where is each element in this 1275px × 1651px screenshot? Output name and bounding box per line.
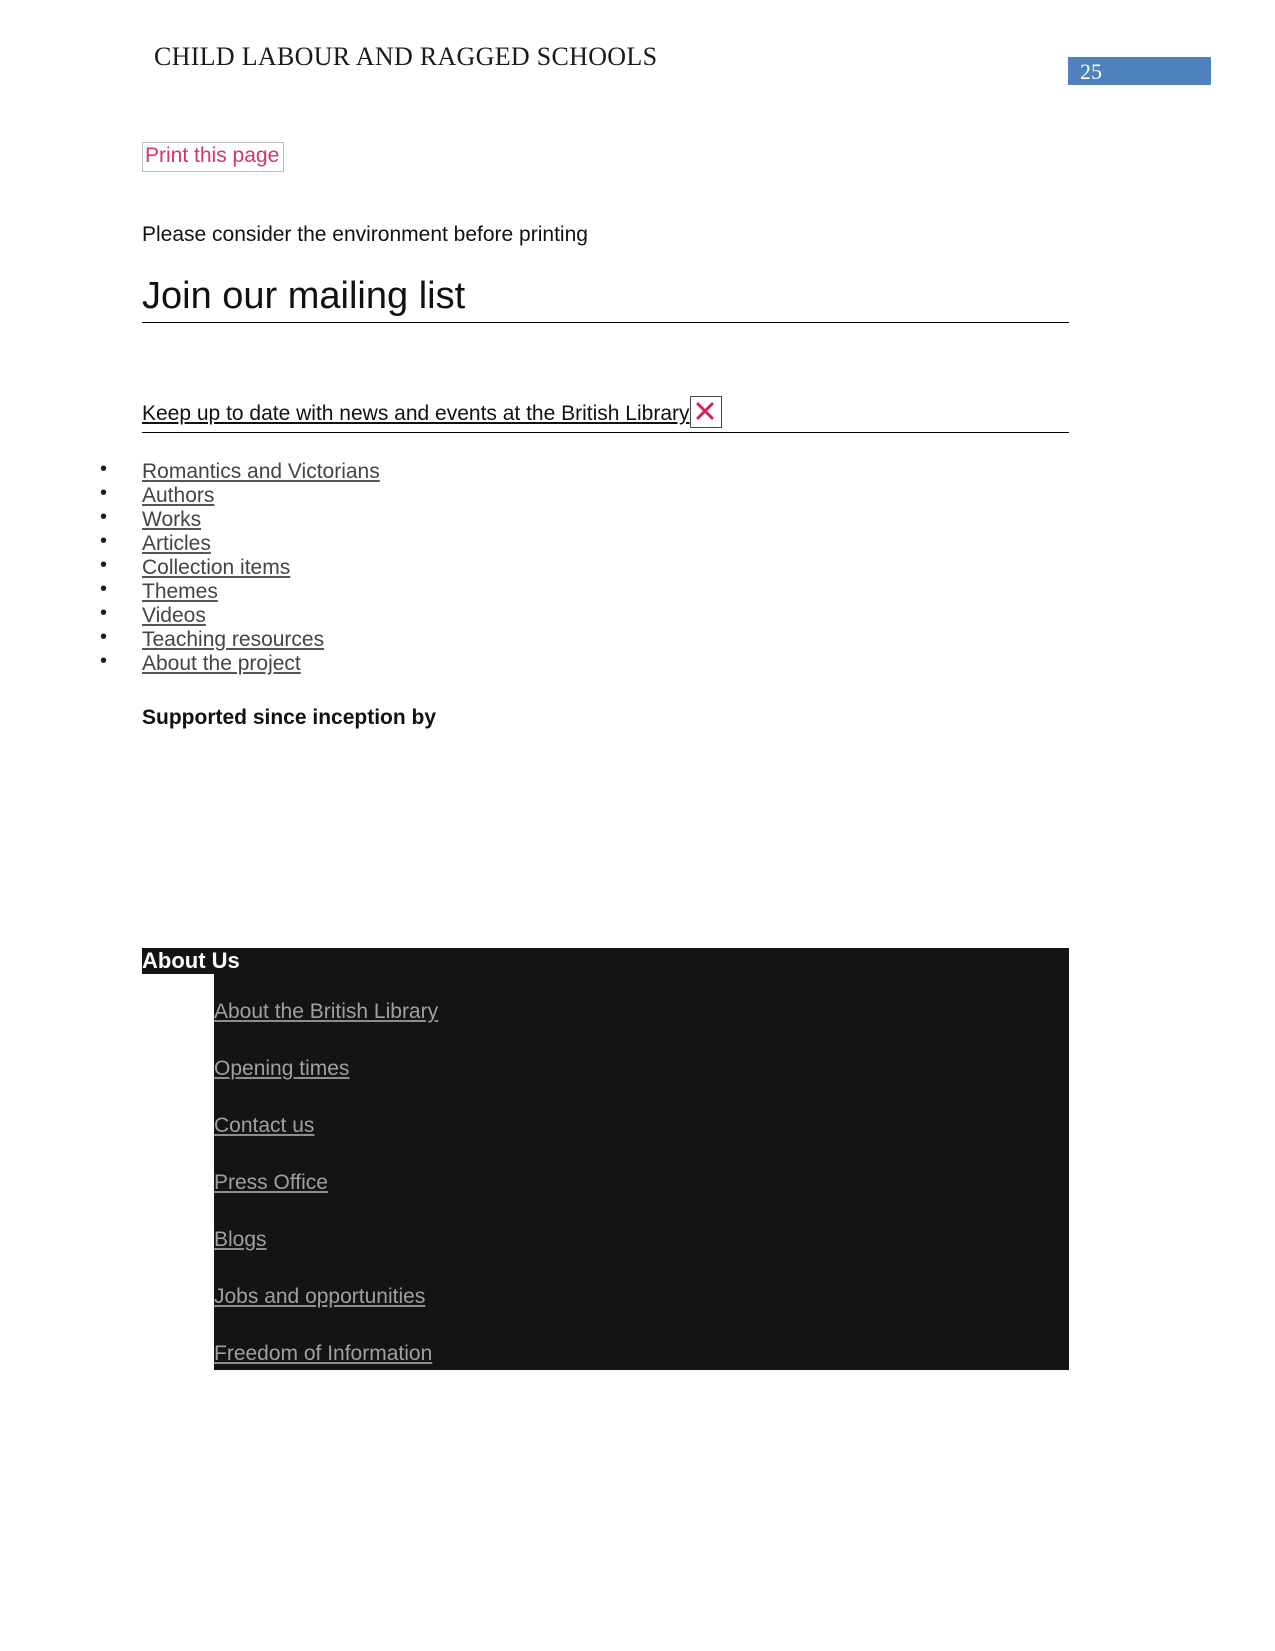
nav-link-works[interactable]: Works [142,508,201,531]
page-title: CHILD LABOUR AND RAGGED SCHOOLS [154,42,658,71]
footer-link-opening-times[interactable]: Opening times [214,1057,349,1081]
mailing-list-subscribe-row: Keep up to date with news and events at … [142,396,1069,433]
list-item[interactable]: Contact us [214,1088,438,1145]
print-this-page-label: Print this page [145,144,280,167]
nav-link-themes[interactable]: Themes [142,580,218,603]
footer-link-about-the-british-library[interactable]: About the British Library [214,1000,438,1024]
environment-note: Please consider the environment before p… [142,223,588,246]
nav-link-collection-items[interactable]: Collection items [142,556,290,579]
list-item[interactable]: Works [96,506,380,532]
footer-link-list: About the British Library Opening times … [214,974,438,1373]
mailing-list-heading: Join our mailing list [142,274,1069,323]
site-navigation-list: Romantics and Victorians Authors Works A… [96,458,380,676]
list-item[interactable]: Romantics and Victorians [96,458,380,484]
list-item[interactable]: Videos [96,602,380,628]
footer-link-blogs[interactable]: Blogs [214,1228,267,1252]
supporters-heading: Supported since inception by [142,706,437,729]
list-item[interactable]: Jobs and opportunities [214,1259,438,1316]
footer-link-jobs-and-opportunities[interactable]: Jobs and opportunities [214,1285,425,1309]
nav-link-romantics-and-victorians[interactable]: Romantics and Victorians [142,460,380,483]
list-item[interactable]: Blogs [214,1202,438,1259]
footer-section-heading-about-us: About Us [142,948,240,973]
footer-link-press-office[interactable]: Press Office [214,1171,328,1195]
list-item[interactable]: Themes [96,578,380,604]
list-item[interactable]: Teaching resources [96,626,380,652]
document-header: CHILD LABOUR AND RAGGED SCHOOLS 25 [0,0,1275,110]
mailing-list-subscribe-link[interactable]: Keep up to date with news and events at … [142,402,690,425]
list-item[interactable]: Articles [96,530,380,556]
list-item[interactable]: Authors [96,482,380,508]
footer-link-freedom-of-information[interactable]: Freedom of Information [214,1342,432,1366]
nav-link-articles[interactable]: Articles [142,532,211,555]
print-this-page-button[interactable]: Print this page [142,142,285,172]
list-item[interactable]: About the project [96,650,380,676]
footer-link-contact-us[interactable]: Contact us [214,1114,314,1138]
nav-link-teaching-resources[interactable]: Teaching resources [142,628,324,651]
nav-link-authors[interactable]: Authors [142,484,214,507]
footer-left-notch [142,974,214,1370]
list-item[interactable]: About the British Library [214,974,438,1031]
list-item[interactable]: Press Office [214,1145,438,1202]
nav-link-videos[interactable]: Videos [142,604,206,627]
page-number-value: 25 [1080,59,1102,84]
nav-link-about-the-project[interactable]: About the project [142,652,301,675]
list-item[interactable]: Freedom of Information [214,1316,438,1373]
list-item[interactable]: Opening times [214,1031,438,1088]
page-number-badge: 25 [1068,57,1211,85]
broken-image-x-icon [689,396,722,428]
mailing-list-heading-text: Join our mailing list [142,275,466,317]
list-item[interactable]: Collection items [96,554,380,580]
site-footer: About Us About the British Library Openi… [142,948,1069,1370]
